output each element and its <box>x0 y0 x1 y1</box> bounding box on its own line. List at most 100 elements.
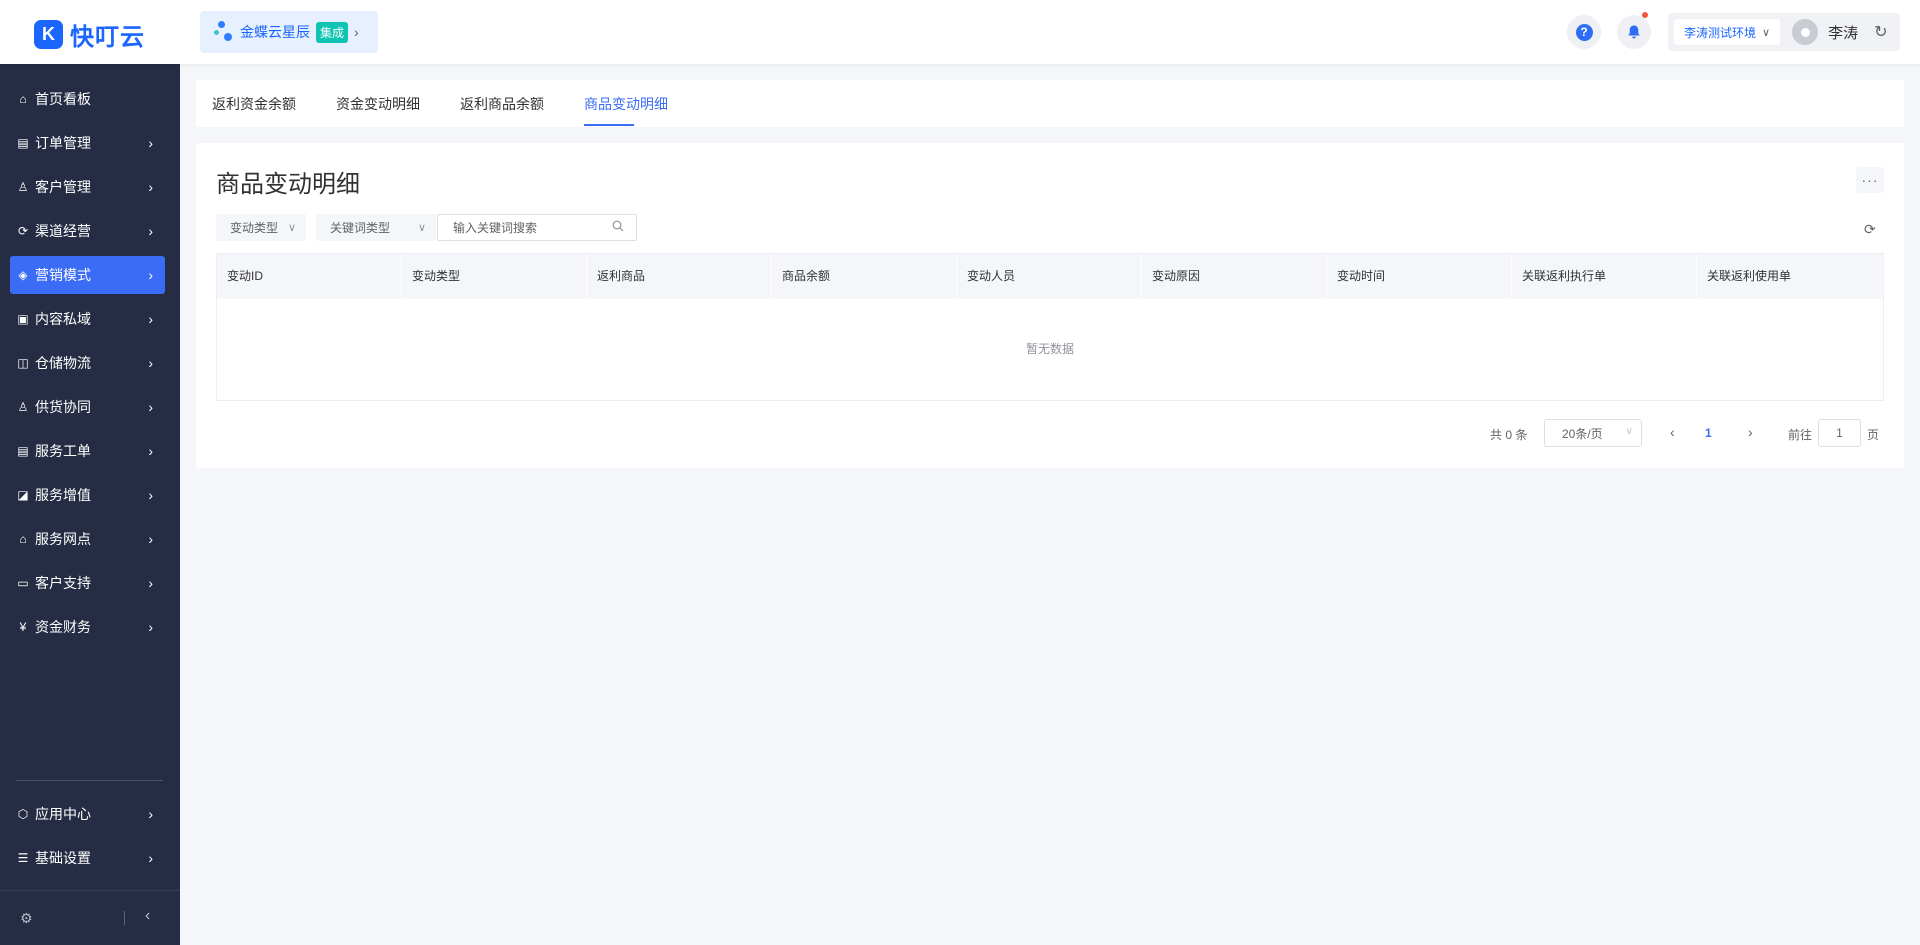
sidebar-item-label: 基础设置 <box>35 850 91 866</box>
table-header: 变动ID 变动类型 返利商品 商品余额 变动人员 变动原因 变动时间 关联返利执… <box>217 254 1883 299</box>
chevron-right-icon: › <box>148 311 153 327</box>
notification-button[interactable] <box>1617 12 1651 49</box>
page-number[interactable]: 1 <box>1705 426 1712 440</box>
search-box <box>437 214 637 241</box>
column-header: 变动类型 <box>402 254 587 299</box>
page-size-value: 20条/页 <box>1562 426 1603 441</box>
message-icon: ▭ <box>17 576 29 590</box>
org-badge: 集成 <box>316 21 349 43</box>
sidebar-item-marketing[interactable]: ◈ 营销模式 › <box>10 256 165 294</box>
next-page-button[interactable]: › <box>1748 424 1753 440</box>
tab-rebate-goods-balance[interactable]: 返利商品余额 <box>460 94 544 114</box>
tab-fund-change-detail[interactable]: 资金变动明细 <box>336 94 420 114</box>
page-size-select[interactable]: 20条/页 ∨ <box>1544 419 1642 447</box>
sidebar-item-label: 服务工单 <box>35 443 91 459</box>
logo[interactable]: K 快叮云 <box>34 17 145 52</box>
sidebar-item-customers[interactable]: ♙ 客户管理 › <box>10 168 165 206</box>
home-icon: ⌂ <box>19 92 27 106</box>
column-header: 变动ID <box>217 254 402 299</box>
sidebar-item-support[interactable]: ▭ 客户支持 › <box>10 564 165 602</box>
chevron-right-icon: › <box>148 619 153 635</box>
box-icon: ◫ <box>17 356 29 370</box>
chevron-right-icon: › <box>148 267 153 283</box>
gear-icon[interactable]: ⚙ <box>20 910 33 927</box>
chevron-right-icon: › <box>148 135 153 151</box>
prev-page-button[interactable]: ‹ <box>1670 424 1675 440</box>
sidebar-item-app-center[interactable]: ⬡ 应用中心 › <box>10 795 165 833</box>
column-header: 变动时间 <box>1327 254 1512 299</box>
change-detail-table: 变动ID 变动类型 返利商品 商品余额 变动人员 变动原因 变动时间 关联返利执… <box>216 253 1884 401</box>
chevron-right-icon: › <box>148 487 153 503</box>
column-header: 返利商品 <box>587 254 772 299</box>
sidebar-item-channels[interactable]: ⟳ 渠道经营 › <box>10 212 165 250</box>
sidebar: ⌂ 首页看板 ▤ 订单管理 › ♙ 客户管理 › ⟳ 渠道经营 › ◈ 营销模式… <box>0 64 180 945</box>
keyword-type-filter[interactable]: 关键词类型 ∨ <box>316 214 436 241</box>
keyword-type-label: 关键词类型 <box>330 221 391 235</box>
sidebar-item-label: 服务增值 <box>35 487 91 503</box>
chevron-right-icon: › <box>148 850 153 866</box>
column-header: 商品余额 <box>772 254 957 299</box>
column-header: 变动人员 <box>957 254 1142 299</box>
sliders-icon: ☰ <box>17 851 29 865</box>
sidebar-item-service-points[interactable]: ⌂ 服务网点 › <box>10 520 165 558</box>
goto-page-input[interactable] <box>1818 419 1861 447</box>
yen-icon: ¥ <box>19 620 27 634</box>
sidebar-item-warehouse[interactable]: ◫ 仓储物流 › <box>10 344 165 382</box>
tag-icon: ◈ <box>18 268 28 282</box>
chevron-down-icon: ∨ <box>287 222 296 234</box>
goto-label: 前往 <box>1788 428 1813 442</box>
network-icon: ⟳ <box>17 224 29 238</box>
sidebar-footer-separator <box>124 911 125 925</box>
page-title: 商品变动明细 <box>216 171 360 198</box>
sidebar-item-supply[interactable]: ♙ 供货协同 › <box>10 388 165 426</box>
sidebar-item-label: 服务网点 <box>35 531 91 547</box>
more-button[interactable]: ··· <box>1856 167 1884 193</box>
search-icon[interactable] <box>612 220 624 232</box>
refresh-icon[interactable]: ↻ <box>1874 22 1887 42</box>
sidebar-item-label: 营销模式 <box>35 267 91 283</box>
sidebar-item-content[interactable]: ▣ 内容私域 › <box>10 300 165 338</box>
clipboard-icon: ▤ <box>17 136 29 150</box>
user-area: 李涛测试环境 ∨ 李涛 ↻ <box>1668 13 1900 51</box>
sidebar-item-settings[interactable]: ☰ 基础设置 › <box>10 839 165 877</box>
search-input[interactable] <box>438 215 598 240</box>
document-icon: ▤ <box>17 444 29 458</box>
column-header: 关联返利使用单 <box>1707 269 1792 283</box>
column-header: 变动原因 <box>1142 254 1327 299</box>
chevron-right-icon: › <box>148 531 153 547</box>
column-header: 关联返利执行单 <box>1512 254 1697 299</box>
org-switcher[interactable]: 金蝶云星辰 集成 › <box>200 11 378 53</box>
sidebar-item-label: 供货协同 <box>35 399 91 415</box>
env-select[interactable]: 李涛测试环境 ∨ <box>1674 19 1781 45</box>
sidebar-item-service-orders[interactable]: ▤ 服务工单 › <box>10 432 165 470</box>
total-count: 共 0 条 <box>1490 428 1528 442</box>
sidebar-item-label: 订单管理 <box>35 135 91 151</box>
bag-icon: ◪ <box>17 488 29 502</box>
tab-goods-change-detail[interactable]: 商品变动明细 <box>584 94 668 114</box>
bell-icon <box>1628 25 1640 39</box>
sidebar-item-value-added[interactable]: ◪ 服务增值 › <box>10 476 165 514</box>
chevron-right-icon: › <box>148 575 153 591</box>
reload-icon[interactable]: ⟳ <box>1864 221 1876 238</box>
top-header: K 快叮云 金蝶云星辰 集成 › ? 李涛测试环境 ∨ 李涛 ↻ <box>0 0 1920 64</box>
chevron-right-icon: › <box>148 223 153 239</box>
sidebar-item-finance[interactable]: ¥ 资金财务 › <box>10 608 165 646</box>
change-type-filter[interactable]: 变动类型 ∨ <box>216 214 306 241</box>
sidebar-divider <box>16 780 163 781</box>
user-name[interactable]: 李涛 <box>1828 22 1858 43</box>
sidebar-item-label: 渠道经营 <box>35 223 91 239</box>
sidebar-item-label: 客户管理 <box>35 179 91 195</box>
env-label: 李涛测试环境 <box>1684 25 1757 40</box>
collapse-sidebar-icon[interactable]: ‹ <box>145 907 150 925</box>
chevron-right-icon: › <box>148 399 153 415</box>
sidebar-item-orders[interactable]: ▤ 订单管理 › <box>10 124 165 162</box>
help-button[interactable]: ? <box>1567 15 1601 49</box>
chevron-down-icon: ∨ <box>417 222 426 234</box>
help-icon: ? <box>1575 23 1593 41</box>
sidebar-item-dashboard[interactable]: ⌂ 首页看板 <box>10 80 165 118</box>
empty-state: 暂无数据 <box>1025 342 1074 356</box>
avatar[interactable] <box>1792 19 1819 45</box>
sidebar-item-label: 仓储物流 <box>35 355 91 371</box>
tab-rebate-fund-balance[interactable]: 返利资金余额 <box>212 94 296 114</box>
image-icon: ▣ <box>17 312 29 326</box>
